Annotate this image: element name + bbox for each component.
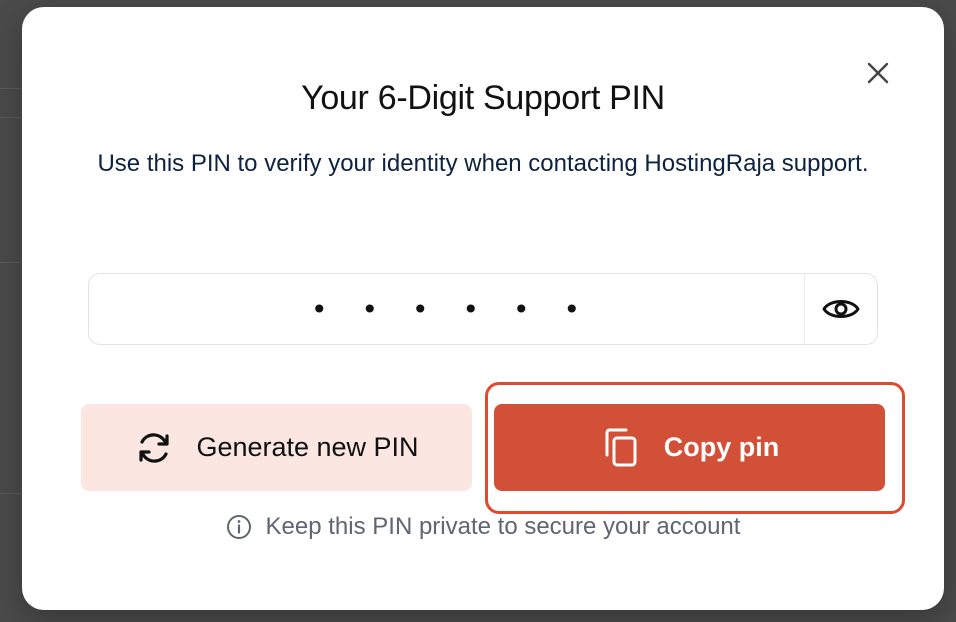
pin-field xyxy=(88,273,878,345)
info-icon xyxy=(226,515,251,539)
pin-input[interactable] xyxy=(89,274,805,344)
copy-button-label: Copy pin xyxy=(663,432,780,462)
copy-icon xyxy=(605,428,637,466)
modal-title: Your 6-Digit Support PIN xyxy=(301,79,665,117)
toggle-visibility-button[interactable] xyxy=(805,274,877,344)
modal-description: Use this PIN to verify your identity whe… xyxy=(97,150,869,177)
privacy-hint: Keep this PIN private to secure your acc… xyxy=(22,513,944,541)
eye-icon xyxy=(822,300,860,318)
hint-text: Keep this PIN private to secure your acc… xyxy=(265,513,741,540)
copy-pin-button[interactable]: Copy pin xyxy=(494,404,885,491)
refresh-icon xyxy=(139,432,170,463)
generate-button-label: Generate new PIN xyxy=(196,432,419,462)
support-pin-modal: Your 6-Digit Support PIN Use this PIN to… xyxy=(22,7,944,610)
generate-new-pin-button[interactable]: Generate new PIN xyxy=(81,404,472,491)
